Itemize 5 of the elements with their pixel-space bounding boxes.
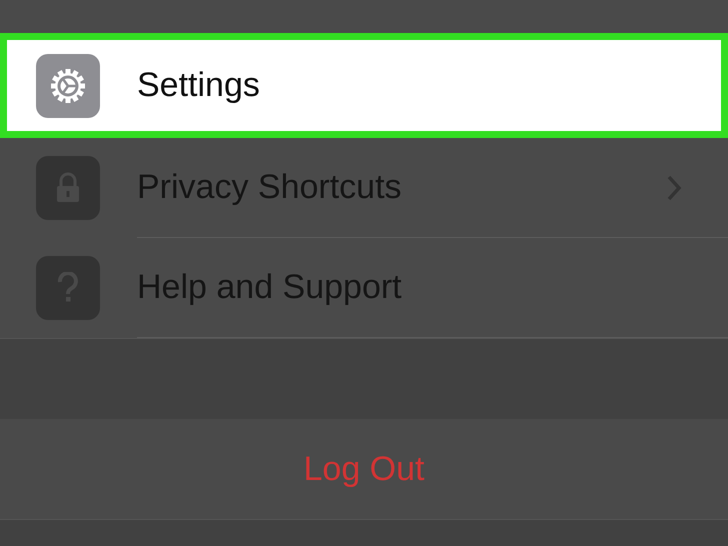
log-out-button[interactable]: Log Out [0, 419, 728, 520]
question-icon [36, 256, 100, 320]
menu-row[interactable]: Settings [0, 33, 728, 138]
gear-icon [36, 54, 100, 118]
menu-label: Settings [137, 66, 261, 105]
